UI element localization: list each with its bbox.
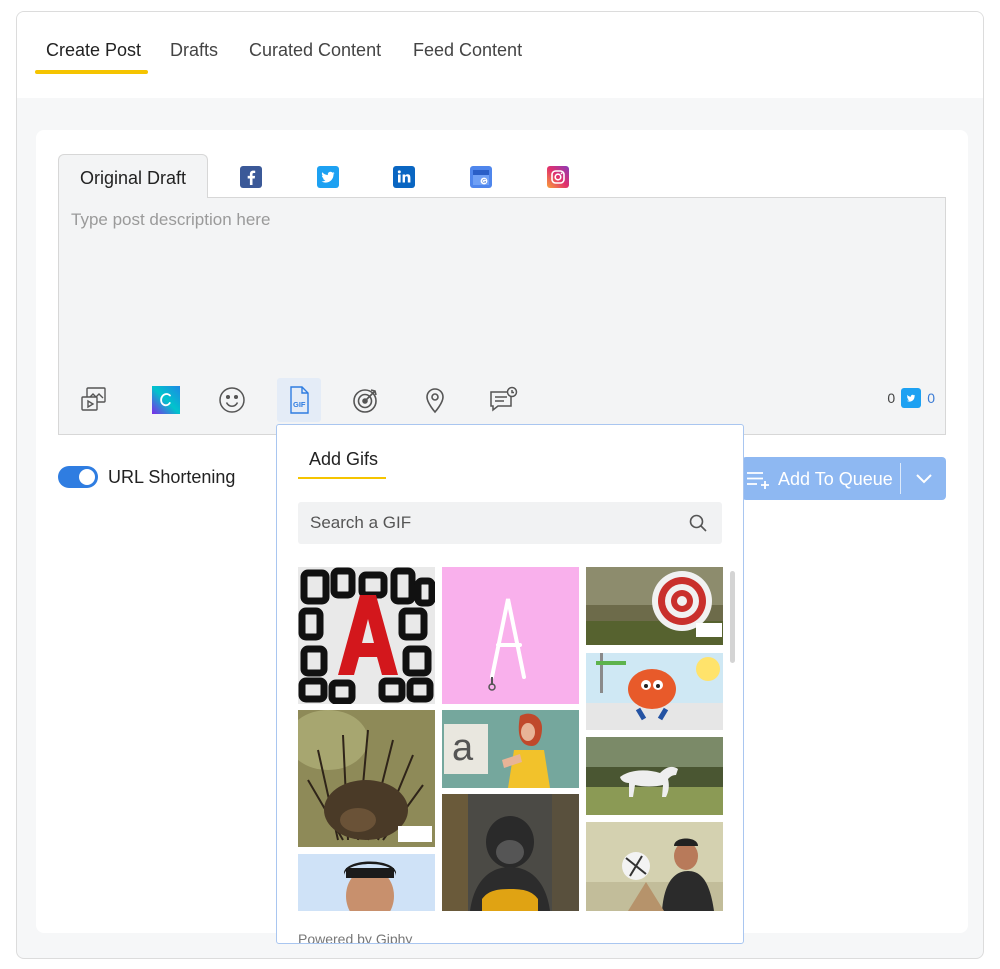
facebook-icon[interactable] [240, 166, 262, 188]
original-draft-label: Original Draft [80, 168, 187, 188]
url-shortening-label: URL Shortening [108, 467, 236, 487]
gif-scrollbar[interactable] [730, 571, 735, 663]
media-icon[interactable] [72, 378, 116, 422]
svg-text:GIF: GIF [293, 400, 306, 409]
button-divider [900, 463, 901, 494]
post-description-placeholder: Type post description here [71, 210, 271, 229]
gif-picker-panel: Add Gifs Search a GIF a Powered by Giphy [276, 424, 744, 944]
gif-result[interactable] [586, 822, 723, 911]
tab-feed-content[interactable]: Feed Content [413, 40, 522, 61]
char-count: 0 [887, 390, 896, 406]
url-shortening-toggle[interactable] [58, 466, 98, 488]
twitter-char-count: 0 [927, 390, 935, 406]
composer-card: Original Draft G Type post description h… [36, 130, 968, 944]
chevron-down-icon[interactable] [912, 469, 936, 489]
gif-result[interactable] [298, 854, 435, 911]
svg-text:G: G [482, 179, 486, 185]
add-to-queue-label: Add To Queue [778, 469, 893, 489]
gif-result[interactable]: a [442, 710, 579, 788]
tab-drafts[interactable]: Drafts [170, 40, 218, 61]
gif-search-input[interactable] [310, 513, 670, 533]
top-tab-bar: Create Post Drafts Curated Content Feed … [17, 12, 983, 98]
twitter-icon[interactable] [317, 166, 339, 188]
twitter-count-icon [901, 388, 922, 408]
gif-panel-tab-indicator [298, 477, 386, 479]
gif-search-box [298, 502, 722, 544]
giphy-attribution: Powered by Giphy [298, 931, 413, 944]
gif-results-grid: a [298, 567, 726, 911]
gif-result[interactable] [442, 567, 579, 704]
tab-curated-content[interactable]: Curated Content [249, 40, 381, 61]
google-business-icon[interactable]: G [470, 166, 492, 188]
gif-result[interactable] [298, 710, 435, 847]
location-icon[interactable] [413, 378, 457, 422]
gif-result[interactable] [586, 737, 723, 815]
gif-result[interactable] [586, 567, 723, 645]
gif-result[interactable] [442, 794, 579, 911]
post-editor[interactable]: Type post description here GIF 0 0 [58, 197, 946, 435]
active-tab-indicator [35, 70, 148, 74]
character-counter: 0 0 [887, 388, 935, 408]
add-to-queue-button[interactable]: Add To Queue [742, 457, 946, 500]
gif-result[interactable] [298, 567, 435, 704]
instagram-icon[interactable] [547, 166, 569, 188]
tab-create-post[interactable]: Create Post [46, 40, 141, 61]
tab-original-draft[interactable]: Original Draft [58, 154, 208, 198]
queue-list-icon [747, 472, 769, 489]
canva-icon[interactable] [144, 378, 188, 422]
target-icon[interactable] [344, 378, 388, 422]
gif-panel-title: Add Gifs [309, 449, 379, 469]
gif-result[interactable] [586, 653, 723, 730]
gif-icon[interactable]: GIF [277, 378, 321, 422]
comment-icon[interactable] [481, 378, 525, 422]
app-window: Create Post Drafts Curated Content Feed … [16, 11, 984, 959]
svg-text:a: a [452, 727, 474, 769]
emoji-icon[interactable] [210, 378, 254, 422]
linkedin-icon[interactable] [393, 166, 415, 188]
search-icon[interactable] [688, 513, 708, 533]
